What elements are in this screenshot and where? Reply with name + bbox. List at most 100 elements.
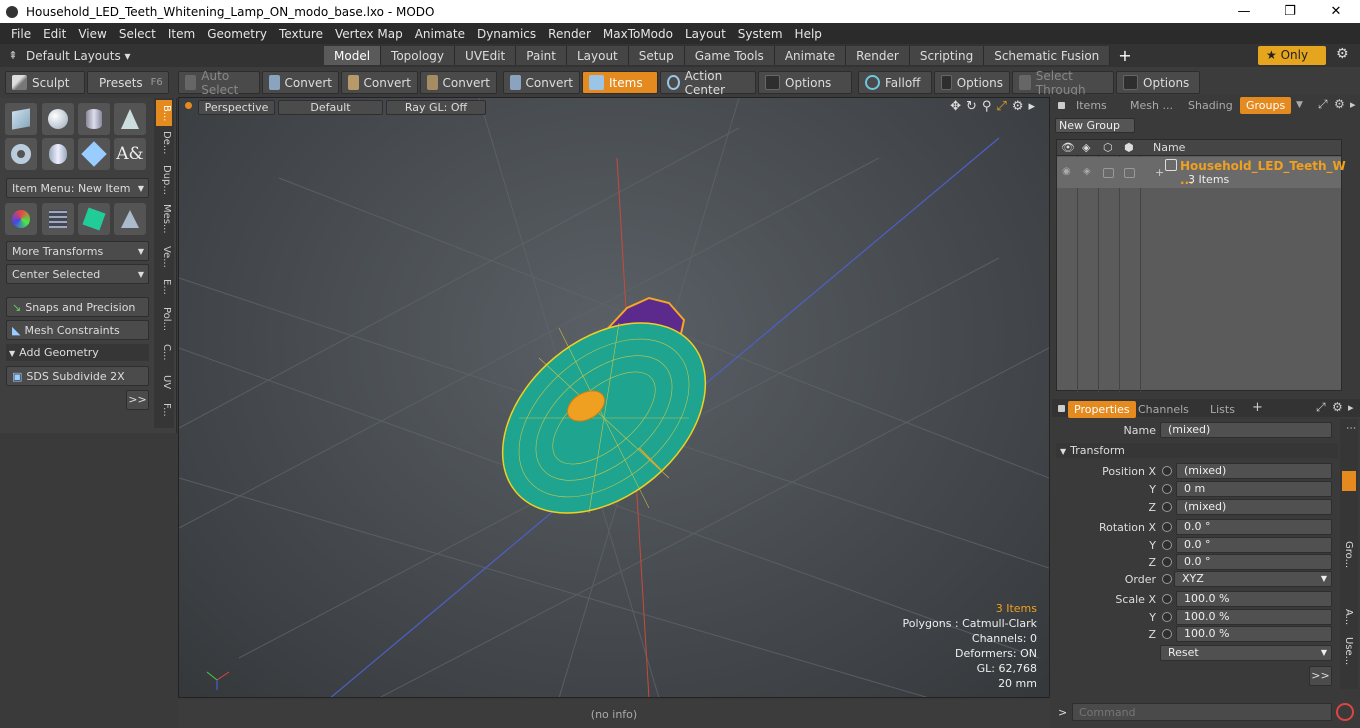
grid-tool-icon[interactable] (42, 203, 74, 235)
position-z-field[interactable]: (mixed) (1176, 499, 1332, 515)
tab-scripting[interactable]: Scripting (909, 46, 985, 65)
menu-vertex-map[interactable]: Vertex Map (324, 27, 403, 41)
group-row[interactable]: ◉ ◈ + Household_LED_Teeth_W ... 3 Items (1057, 157, 1346, 188)
scale-z-field[interactable]: 100.0 % (1176, 626, 1332, 642)
play-arrow-icon[interactable]: ▸ (1348, 401, 1354, 414)
panel-settings-gear-icon[interactable]: ⚙ (1334, 97, 1345, 111)
torus-tool-icon[interactable] (5, 138, 37, 170)
tab-uvedit[interactable]: UVEdit (455, 46, 517, 65)
vtab-duplicate[interactable]: Dup... (156, 164, 172, 196)
row-lock-checkbox[interactable] (1103, 168, 1114, 178)
minimize-button[interactable]: — (1221, 0, 1267, 23)
convert-button-3[interactable]: Convert (420, 71, 497, 94)
options-button-1[interactable]: Options (758, 71, 852, 94)
menu-render[interactable]: Render (537, 27, 591, 41)
layout-arrow-icon[interactable]: ⇞ (0, 49, 26, 62)
tab-schematic-fusion[interactable]: Schematic Fusion (984, 46, 1111, 65)
menu-item[interactable]: Item (157, 27, 195, 41)
scale-radio[interactable] (1162, 612, 1172, 622)
tab-model[interactable]: Model (324, 46, 382, 65)
menu-file[interactable]: File (0, 27, 31, 41)
transform-tool-icon[interactable] (5, 203, 37, 235)
sphere-tool-icon[interactable] (42, 103, 74, 135)
scale-radio[interactable] (1162, 594, 1172, 604)
pan-icon[interactable]: ✥ (950, 99, 961, 114)
viewport-settings-gear-icon[interactable]: ⚙ (1012, 99, 1024, 114)
tab-game-tools[interactable]: Game Tools (684, 46, 775, 65)
falloff-button[interactable]: Falloff (858, 71, 932, 94)
name-column-header[interactable]: Name (1153, 141, 1185, 154)
menu-geometry[interactable]: Geometry (196, 27, 267, 41)
rotation-y-field[interactable]: 0.0 ° (1176, 537, 1332, 553)
vtab-deform[interactable]: De... (156, 130, 172, 156)
panel-dot-icon[interactable] (1058, 405, 1065, 412)
menu-animate[interactable]: Animate (404, 27, 465, 41)
tab-groups[interactable]: Groups (1240, 97, 1292, 114)
item-menu-dropdown[interactable]: Item Menu: New Item ▼ (6, 178, 149, 198)
menu-edit[interactable]: Edit (32, 27, 66, 41)
cube-tool-icon[interactable] (5, 103, 37, 135)
play-arrow-icon[interactable]: ▸ (1028, 99, 1035, 114)
chevron-down-icon[interactable]: ▼ (1296, 100, 1303, 110)
tab-properties[interactable]: Properties (1068, 401, 1136, 418)
items-mode-button[interactable]: Items (582, 71, 658, 94)
position-y-field[interactable]: 0 m (1176, 481, 1332, 497)
only-toggle[interactable]: ★ Only (1258, 46, 1326, 65)
scale-y-field[interactable]: 100.0 % (1176, 609, 1332, 625)
command-input[interactable] (1072, 703, 1332, 721)
row-render-icon[interactable]: ◈ (1083, 166, 1091, 177)
tab-animate[interactable]: Animate (774, 46, 847, 65)
row-visibility-icon[interactable]: ◉ (1062, 166, 1071, 177)
menu-maxtomodo[interactable]: MaxToModo (592, 27, 673, 41)
vtab-fusion[interactable]: F... (156, 398, 172, 422)
select-icon[interactable]: ⬢ (1124, 141, 1134, 154)
rotation-x-field[interactable]: 0.0 ° (1176, 519, 1332, 535)
add-properties-tab-button[interactable]: + (1252, 400, 1263, 415)
convert-button-4[interactable]: Convert (503, 71, 580, 94)
tab-lists[interactable]: Lists (1204, 401, 1241, 418)
lock-icon[interactable]: ⬡ (1103, 141, 1113, 154)
vtab-curve[interactable]: C... (156, 340, 172, 364)
plane-tool-icon[interactable] (114, 203, 146, 235)
tab-mesh[interactable]: Mesh ... (1124, 97, 1179, 114)
left-more-button[interactable]: >> (126, 390, 149, 410)
select-through-button[interactable]: Select Through (1012, 69, 1114, 97)
tab-render[interactable]: Render (846, 46, 910, 65)
center-selected-dropdown[interactable]: Center Selected ▼ (6, 264, 149, 284)
text-tool-icon[interactable]: A& (114, 138, 146, 170)
zoom-icon[interactable]: ⚲ (982, 99, 992, 114)
order-dropdown[interactable]: XYZ ▼ (1174, 571, 1332, 587)
rotation-radio[interactable] (1162, 540, 1172, 550)
add-geometry-header[interactable]: ▼ Add Geometry (6, 344, 149, 361)
mesh-constraints-button[interactable]: ◣ Mesh Constraints (6, 320, 149, 340)
menu-texture[interactable]: Texture (268, 27, 323, 41)
side-tab-groups[interactable]: Gro... (1343, 541, 1354, 568)
side-tab-user[interactable]: Use... (1343, 637, 1354, 665)
rotate-icon[interactable]: ↻ (966, 99, 977, 114)
presets-button[interactable]: Presets F6 (87, 71, 169, 94)
menu-view[interactable]: View (67, 27, 106, 41)
vtab-mesh-edit[interactable]: Mes... (156, 202, 172, 236)
side-tab-a[interactable]: A... (1343, 609, 1354, 625)
convert-button-1[interactable]: Convert (262, 71, 339, 94)
more-transforms-dropdown[interactable]: More Transforms ▼ (6, 241, 149, 261)
options-button-3[interactable]: Options (1116, 71, 1200, 94)
menu-layout[interactable]: Layout (674, 27, 726, 41)
position-radio[interactable] (1162, 484, 1172, 494)
panel-dot-icon[interactable] (1058, 102, 1065, 109)
cylinder-tool-icon[interactable] (78, 103, 110, 135)
tab-topology[interactable]: Topology (381, 46, 456, 65)
position-radio[interactable] (1162, 466, 1172, 476)
transform-header[interactable]: ▼ Transform (1056, 443, 1338, 458)
rotation-radio[interactable] (1162, 557, 1172, 567)
3d-viewport[interactable]: Perspective Default Ray GL: Off ✥ ↻ ⚲ ⤢ … (178, 97, 1050, 698)
visibility-eye-icon[interactable]: 👁 (1061, 141, 1075, 154)
layout-settings-gear-icon[interactable]: ⚙ (1336, 46, 1349, 62)
properties-more-button[interactable]: >> (1309, 666, 1332, 686)
tab-paint[interactable]: Paint (516, 46, 567, 65)
options-button-2[interactable]: Options (934, 71, 1010, 94)
viewport-dot-icon[interactable] (185, 102, 192, 109)
rotation-radio[interactable] (1162, 522, 1172, 532)
position-radio[interactable] (1162, 502, 1172, 512)
side-tab-active[interactable] (1342, 471, 1356, 491)
